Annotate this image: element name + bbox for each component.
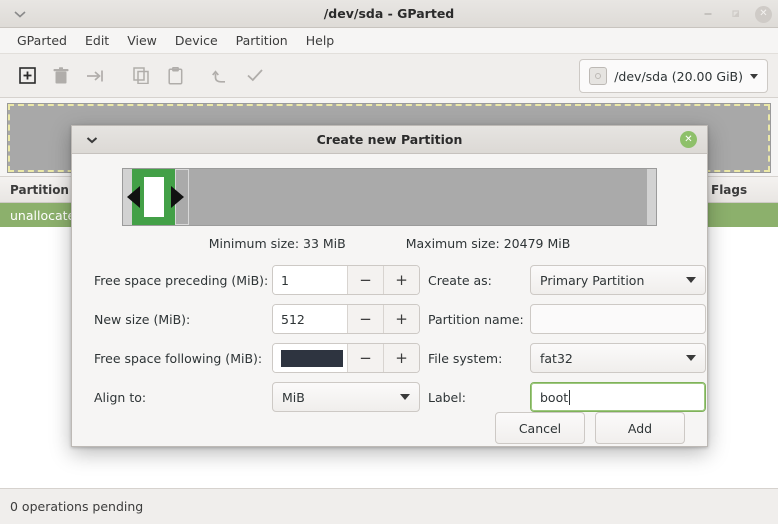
free-space-preceding-plus-button[interactable]: + [383, 266, 419, 294]
selected-text-highlight [281, 350, 343, 367]
add-button[interactable]: Add [595, 412, 685, 444]
label-create-as: Create as: [422, 273, 530, 288]
dialog-titlebar: Create new Partition ✕ [72, 126, 707, 154]
menu-item-device[interactable]: Device [166, 30, 227, 51]
label-file-system: File system: [422, 351, 530, 366]
label-free-space-preceding: Free space preceding (MiB): [94, 273, 272, 288]
new-size-spinner[interactable]: 512 − + [272, 304, 420, 334]
column-header-flags[interactable]: Flags [700, 177, 778, 202]
close-icon[interactable]: ✕ [755, 6, 772, 23]
partition-preview-strip[interactable] [122, 168, 657, 226]
label-input-value: boot [540, 390, 568, 405]
free-space-following-value[interactable] [273, 344, 347, 372]
menubar: GParted Edit View Device Partition Help [0, 28, 778, 54]
dialog-action-buttons: Cancel Add [72, 412, 707, 447]
preview-partition-inner [144, 177, 164, 217]
column-header-partition[interactable]: Partition [0, 177, 80, 202]
preview-resize-right-arrow-icon[interactable] [171, 186, 184, 208]
dialog-form: Free space preceding (MiB): 1 − + Create… [94, 265, 685, 412]
preview-resize-left-arrow-icon[interactable] [127, 186, 140, 208]
undo-icon[interactable] [204, 61, 238, 91]
preview-right-edge [647, 169, 656, 225]
apply-icon[interactable] [238, 61, 272, 91]
file-system-value: fat32 [540, 351, 573, 366]
paste-icon[interactable] [158, 61, 192, 91]
label-new-size: New size (MiB): [94, 312, 272, 327]
create-new-partition-dialog: Create new Partition ✕ Minimum size: 33 … [71, 125, 708, 447]
maximum-size-label: Maximum size: 20479 MiB [406, 236, 571, 251]
minimum-size-label: Minimum size: 33 MiB [209, 236, 346, 251]
menu-item-edit[interactable]: Edit [76, 30, 118, 51]
minimize-icon[interactable] [699, 5, 717, 23]
maximize-icon[interactable] [727, 5, 745, 23]
partition-name-input[interactable] [530, 304, 706, 334]
new-size-plus-button[interactable]: + [383, 305, 419, 333]
window-title: /dev/sda - GParted [0, 6, 778, 21]
titlebar-chevron[interactable] [0, 10, 40, 18]
new-partition-icon[interactable] [10, 61, 44, 91]
chevron-down-icon [686, 277, 696, 283]
create-as-select[interactable]: Primary Partition [530, 265, 706, 295]
label-free-space-following: Free space following (MiB): [94, 351, 272, 366]
file-system-select[interactable]: fat32 [530, 343, 706, 373]
new-size-minus-button[interactable]: − [347, 305, 383, 333]
create-as-value: Primary Partition [540, 273, 644, 288]
delete-partition-icon[interactable] [44, 61, 78, 91]
chevron-down-icon [400, 394, 410, 400]
toolbar: /dev/sda (20.00 GiB) [0, 54, 778, 98]
dialog-chevron-down-icon[interactable] [72, 136, 112, 144]
statusbar-text: 0 operations pending [10, 499, 143, 514]
free-space-preceding-minus-button[interactable]: − [347, 266, 383, 294]
statusbar: 0 operations pending [0, 488, 778, 524]
menu-item-help[interactable]: Help [297, 30, 344, 51]
device-selector-label: /dev/sda (20.00 GiB) [614, 69, 743, 84]
copy-icon[interactable] [124, 61, 158, 91]
free-space-following-plus-button[interactable]: + [383, 344, 419, 372]
free-space-following-minus-button[interactable]: − [347, 344, 383, 372]
dialog-title: Create new Partition [72, 132, 707, 147]
free-space-preceding-value[interactable]: 1 [273, 266, 347, 294]
align-to-value: MiB [282, 390, 305, 405]
free-space-preceding-spinner[interactable]: 1 − + [272, 265, 420, 295]
label-partition-name: Partition name: [422, 312, 530, 327]
dialog-body: Minimum size: 33 MiB Maximum size: 20479… [72, 154, 707, 412]
device-selector[interactable]: /dev/sda (20.00 GiB) [579, 59, 768, 93]
cancel-button[interactable]: Cancel [495, 412, 585, 444]
menu-item-view[interactable]: View [118, 30, 166, 51]
free-space-following-spinner[interactable]: − + [272, 343, 420, 373]
label-align-to: Align to: [94, 390, 272, 405]
text-cursor [569, 390, 570, 405]
align-to-select[interactable]: MiB [272, 382, 420, 412]
chevron-down-icon [686, 355, 696, 361]
menu-item-gparted[interactable]: GParted [8, 30, 76, 51]
chevron-down-icon [750, 74, 758, 79]
window-titlebar: /dev/sda - GParted ✕ [0, 0, 778, 28]
hard-disk-icon [589, 67, 607, 85]
resize-move-icon[interactable] [78, 61, 112, 91]
label-input[interactable]: boot [530, 382, 706, 412]
label-label-field: Label: [422, 390, 530, 405]
size-range-row: Minimum size: 33 MiB Maximum size: 20479… [94, 236, 685, 251]
dialog-close-icon[interactable]: ✕ [680, 131, 697, 148]
new-size-value[interactable]: 512 [273, 305, 347, 333]
menu-item-partition[interactable]: Partition [227, 30, 297, 51]
window-controls: ✕ [699, 0, 772, 28]
